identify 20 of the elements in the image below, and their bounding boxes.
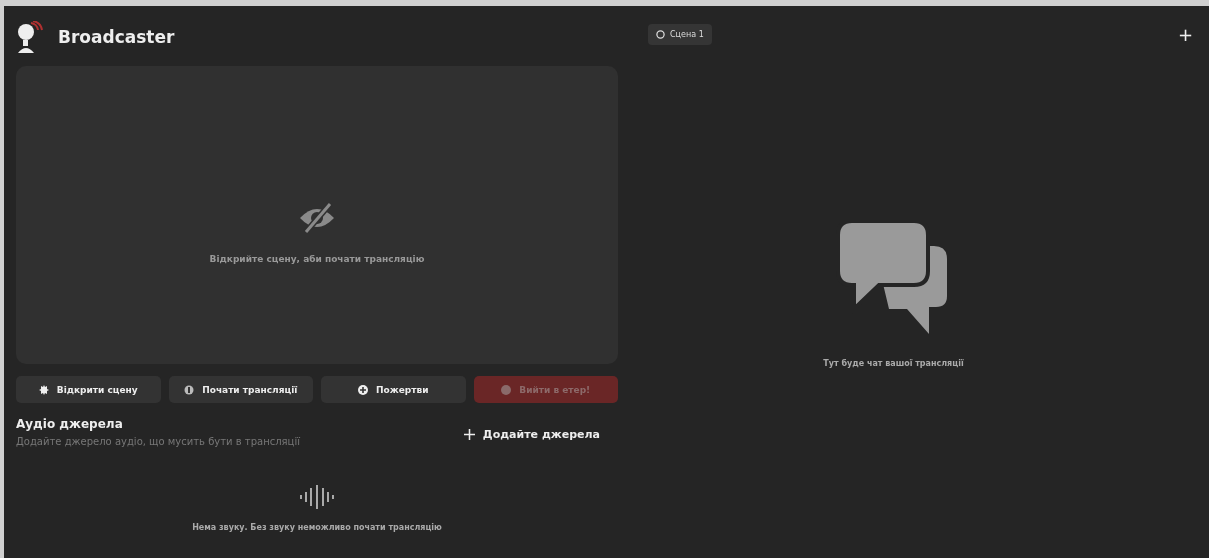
plus-circle-icon xyxy=(358,384,369,395)
action-button[interactable]: Відкрити сцену xyxy=(16,376,161,403)
chat-empty-message: Тут буде чат вашої трансляції xyxy=(823,359,964,368)
add-scene-button[interactable]: + xyxy=(1171,24,1199,45)
info-icon xyxy=(184,384,195,395)
section-title: Аудіо джерела xyxy=(16,417,124,431)
action-button[interactable]: Почати трансляції xyxy=(168,376,313,403)
dot-icon xyxy=(501,384,512,395)
sound-wave-icon xyxy=(299,485,335,509)
add-source-button[interactable]: Додайте джерела xyxy=(457,426,606,442)
circle-icon xyxy=(656,30,665,39)
app-title: Broadcaster xyxy=(58,27,175,47)
gear-icon xyxy=(38,384,49,395)
scene-tab[interactable]: Сцена 1 xyxy=(648,24,712,45)
section-subtitle: Додайте джерело аудіо, що мусить бути в трансляції xyxy=(16,436,300,447)
empty-audio-message: Нема звуку. Без звуку неможливо почати трансляцію xyxy=(192,523,442,532)
plus-icon xyxy=(463,428,475,440)
action-button[interactable]: Пожертви xyxy=(321,376,466,403)
satellite-dish-icon xyxy=(16,21,46,53)
preview-message: Відкрийте сцену, аби почати трансляцію xyxy=(209,254,425,264)
